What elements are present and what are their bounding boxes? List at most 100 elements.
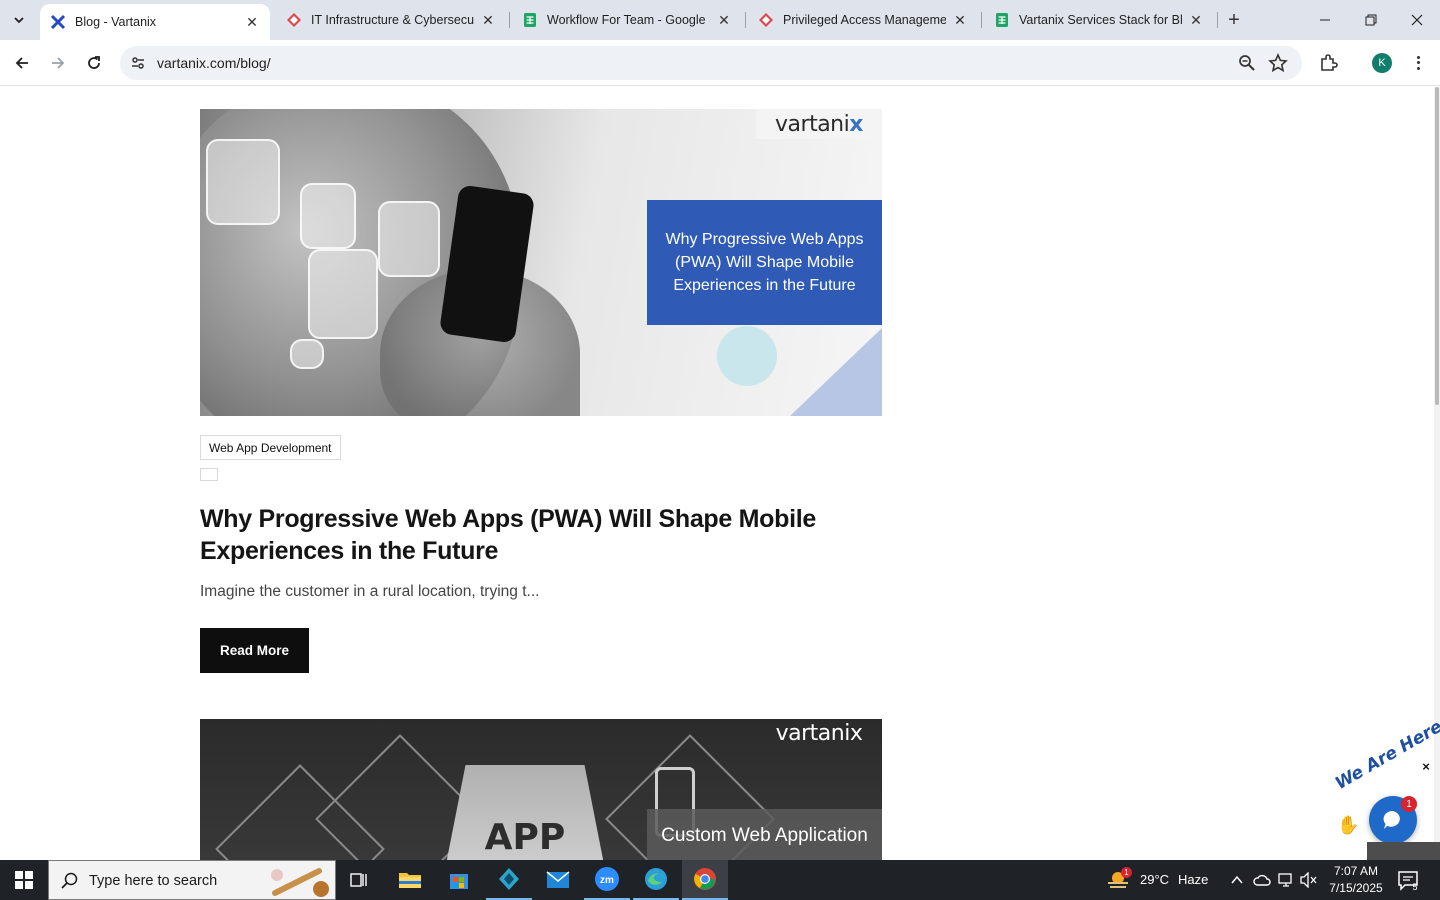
tab-search-button[interactable] bbox=[6, 7, 32, 33]
tab-workflow-for-team[interactable]: Workflow For Team - Google Sl ✕ bbox=[512, 0, 742, 40]
read-more-button[interactable]: Read More bbox=[200, 628, 309, 673]
back-button[interactable] bbox=[8, 49, 36, 77]
clock-date: 7/15/2025 bbox=[1329, 881, 1383, 895]
taskbar-search-box[interactable]: Type here to search bbox=[48, 860, 336, 900]
site-info-icon[interactable] bbox=[128, 53, 148, 73]
post-featured-image-2[interactable]: APP vartanix Custom Web Application bbox=[200, 719, 882, 860]
browser-menu-button[interactable] bbox=[1408, 52, 1428, 74]
tab-title: Vartanix Services Stack for Blog bbox=[1019, 13, 1182, 27]
image-caption-box: Custom Web Application bbox=[647, 809, 882, 860]
chevron-up-icon[interactable] bbox=[1230, 873, 1244, 887]
glass-card-decoration bbox=[378, 201, 440, 277]
store-icon bbox=[450, 874, 468, 889]
extensions-icon[interactable] bbox=[1318, 53, 1338, 73]
vartanix-logo: vartanix bbox=[756, 109, 882, 139]
weather-description[interactable]: Haze bbox=[1178, 872, 1208, 887]
task-view-button[interactable] bbox=[336, 860, 382, 900]
glass-card-decoration bbox=[206, 139, 280, 225]
task-view-icon bbox=[350, 873, 367, 887]
chrome-button[interactable] bbox=[682, 860, 728, 900]
close-tab-icon[interactable]: ✕ bbox=[244, 14, 260, 30]
arrow-left-icon bbox=[15, 57, 28, 69]
image-caption-box: Why Progressive Web Apps (PWA) Will Shap… bbox=[647, 200, 882, 325]
new-tab-button[interactable]: + bbox=[1222, 8, 1246, 32]
clickup-icon bbox=[758, 12, 774, 28]
close-window-button[interactable] bbox=[1394, 0, 1440, 40]
restore-button[interactable] bbox=[1348, 0, 1394, 40]
url-text[interactable]: vartanix.com/blog/ bbox=[157, 55, 271, 71]
weather-badge: 1 bbox=[1121, 867, 1132, 878]
edge-button[interactable] bbox=[633, 860, 679, 900]
reload-button[interactable] bbox=[80, 49, 108, 77]
tab-strip: Blog - Vartanix ✕ IT Infrastructure & Cy… bbox=[0, 0, 1440, 40]
tab-title: Blog - Vartanix bbox=[75, 15, 157, 29]
chat-close-button[interactable]: × bbox=[1419, 760, 1433, 774]
close-icon bbox=[1411, 14, 1423, 26]
google-sheets-icon bbox=[522, 12, 538, 28]
zoom-app-button[interactable]: zm bbox=[584, 860, 630, 900]
close-tab-icon[interactable]: ✕ bbox=[716, 12, 732, 28]
tab-separator bbox=[745, 12, 746, 28]
google-sheets-icon bbox=[994, 12, 1010, 28]
svg-text:zm: zm bbox=[600, 875, 614, 886]
zoom-icon[interactable] bbox=[1238, 54, 1256, 72]
glass-card-decoration bbox=[308, 249, 378, 339]
search-placeholder: Type here to search bbox=[89, 873, 218, 889]
tab-it-infrastructure[interactable]: IT Infrastructure & Cybersecurit ✕ bbox=[276, 0, 506, 40]
address-bar[interactable]: vartanix.com/blog/ bbox=[120, 46, 1302, 80]
bookmark-star-icon[interactable] bbox=[1268, 53, 1288, 73]
category-tag[interactable]: Web App Development bbox=[200, 435, 341, 460]
app-diamond-button[interactable] bbox=[486, 860, 532, 900]
page-viewport: vartani x Why Progressive Web Apps (PWA) … bbox=[0, 87, 1440, 860]
app-text: APP bbox=[484, 817, 566, 858]
profile-avatar[interactable]: K bbox=[1372, 53, 1392, 73]
taskbar-clock[interactable]: 7:07 AM 7/15/2025 bbox=[1318, 863, 1394, 897]
tab-vartanix-services[interactable]: Vartanix Services Stack for Blog ✕ bbox=[984, 0, 1214, 40]
volume-muted-icon[interactable] bbox=[1300, 872, 1318, 888]
tab-title: Privileged Access Management bbox=[783, 13, 946, 27]
glass-card-decoration bbox=[300, 183, 356, 249]
diamond-app-icon bbox=[499, 868, 519, 890]
tab-blog-vartanix[interactable]: Blog - Vartanix ✕ bbox=[40, 4, 270, 40]
close-tab-icon[interactable]: ✕ bbox=[952, 12, 968, 28]
file-explorer-button[interactable] bbox=[387, 860, 433, 900]
network-icon[interactable] bbox=[1278, 872, 1296, 888]
microsoft-store-button[interactable] bbox=[436, 860, 482, 900]
tab-separator bbox=[981, 12, 982, 28]
triangle-decoration bbox=[790, 328, 882, 416]
mail-button[interactable] bbox=[535, 860, 581, 900]
close-tab-icon[interactable]: ✕ bbox=[480, 12, 496, 28]
post-excerpt: Imagine the customer in a rural location… bbox=[200, 583, 540, 600]
reload-icon bbox=[88, 56, 100, 69]
chat-bubble-icon bbox=[1383, 810, 1400, 829]
logo-x: x bbox=[849, 111, 863, 137]
onedrive-cloud-icon[interactable] bbox=[1253, 872, 1271, 888]
tab-separator bbox=[1217, 12, 1218, 28]
edge-icon bbox=[645, 868, 667, 890]
minimize-button[interactable] bbox=[1302, 0, 1348, 40]
restore-icon bbox=[1365, 14, 1377, 26]
vartanix-logo: vartanix bbox=[775, 720, 863, 746]
waving-hand-icon: ✋ bbox=[1337, 815, 1360, 835]
chrome-icon bbox=[694, 868, 716, 890]
weather-temperature[interactable]: 29°C bbox=[1140, 872, 1169, 887]
clock-time: 7:07 AM bbox=[1333, 864, 1379, 878]
circle-decoration bbox=[717, 326, 777, 386]
post-title[interactable]: Why Progressive Web Apps (PWA) Will Shap… bbox=[200, 503, 882, 567]
tab-separator bbox=[509, 12, 510, 28]
glass-card-decoration bbox=[290, 339, 324, 369]
page-scrollbar[interactable] bbox=[1434, 87, 1440, 860]
folder-icon bbox=[399, 873, 421, 888]
search-highlight-graphic bbox=[271, 868, 329, 897]
corner-overlay bbox=[1367, 842, 1440, 860]
tab-privileged-access[interactable]: Privileged Access Management ✕ bbox=[748, 0, 978, 40]
windows-logo-icon bbox=[15, 871, 33, 889]
app-block-graphic: APP bbox=[440, 765, 610, 860]
scrollbar-thumb[interactable] bbox=[1435, 87, 1439, 405]
start-button[interactable] bbox=[0, 860, 48, 900]
tab-title: Workflow For Team - Google Sl bbox=[547, 13, 710, 27]
post-featured-image[interactable]: vartani x Why Progressive Web Apps (PWA) … bbox=[200, 109, 882, 416]
minimize-icon bbox=[1320, 19, 1330, 21]
close-tab-icon[interactable]: ✕ bbox=[1188, 12, 1204, 28]
forward-button[interactable] bbox=[44, 49, 72, 77]
